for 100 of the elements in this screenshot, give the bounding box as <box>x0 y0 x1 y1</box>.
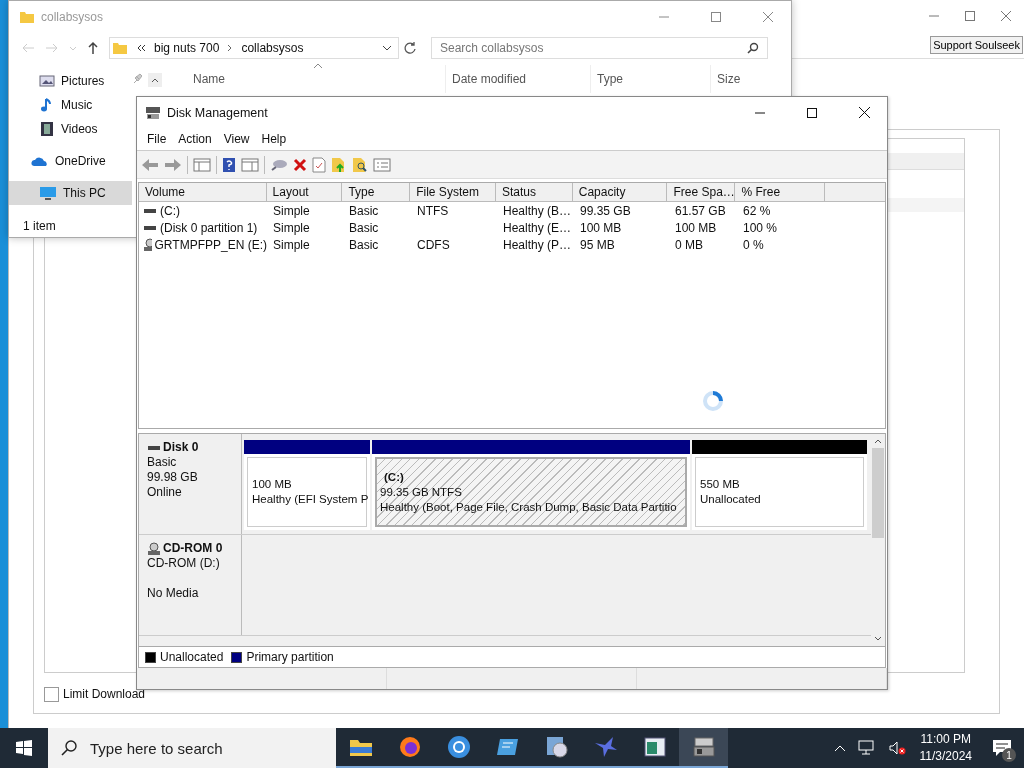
breadcrumb[interactable]: big nuts 700 <box>154 41 220 55</box>
notification-count: 1 <box>1002 748 1016 762</box>
table-cell: GRTMPFPP_EN (E:) <box>154 237 267 252</box>
help-icon[interactable] <box>222 156 236 173</box>
column-header[interactable]: Type <box>342 183 411 201</box>
column-header[interactable]: Name <box>168 65 446 93</box>
breadcrumb[interactable]: collabsysos <box>241 41 304 55</box>
close-icon[interactable] <box>858 107 870 118</box>
disk-management-icon <box>691 736 716 758</box>
separator-icon <box>227 44 234 52</box>
table-cell: CDFS <box>417 237 450 252</box>
scrollbar-thumb[interactable] <box>872 448 884 538</box>
disk-name: CD-ROM 0 <box>163 541 223 556</box>
table-cell: Basic <box>349 203 379 218</box>
up-icon[interactable] <box>87 41 99 55</box>
column-header[interactable]: Size <box>711 65 791 93</box>
table-cell: 61.57 GB <box>675 203 726 218</box>
table-cell: 0 MB <box>675 237 703 252</box>
sidebar-item[interactable]: Pictures <box>9 69 133 93</box>
back-arrow-icon[interactable] <box>141 157 159 172</box>
menu-item[interactable]: Action <box>172 132 218 146</box>
disk-detail: Basic <box>147 455 178 470</box>
show-hidden-icons-icon[interactable] <box>833 744 846 752</box>
browser-icon <box>446 735 471 759</box>
sidebar-item[interactable]: Videos <box>9 117 133 141</box>
table-cell: Simple <box>273 237 310 252</box>
column-header[interactable]: Layout <box>266 183 343 201</box>
volume-muted-icon[interactable] <box>887 740 906 756</box>
properties-icon[interactable] <box>312 156 326 173</box>
partition-detail: Unallocated <box>700 492 762 507</box>
search-field[interactable]: Search collabsysos <box>431 37 768 59</box>
table-cell: (Disk 0 partition 1) <box>160 220 258 235</box>
partition-detail: 550 MB <box>700 477 741 492</box>
partition-block[interactable]: (C:) 99.35 GB NTFS Healthy (Boot, Page File, Crash Dump, Basic Data Partitio <box>372 440 690 530</box>
clock-date: 11/3/2024 <box>919 748 972 765</box>
windows-logo-icon[interactable] <box>16 740 32 756</box>
cd-drive-icon <box>147 541 161 556</box>
taskbar-search-field[interactable]: Type here to search <box>48 728 336 768</box>
loading-spinner-icon <box>702 390 724 412</box>
partition-detail: 100 MB <box>252 477 293 492</box>
delete-icon[interactable] <box>293 157 307 172</box>
taskbar-app[interactable] <box>679 728 728 768</box>
folder-icon <box>19 9 35 25</box>
table-cell: 100 MB <box>580 220 622 235</box>
table-cell: Simple <box>273 220 310 235</box>
collapse-button[interactable] <box>148 73 163 87</box>
menu-item[interactable]: Help <box>255 132 293 146</box>
table-cell: 0 % <box>743 237 764 252</box>
disc-icon <box>544 735 569 759</box>
clock[interactable]: 11:00 PM 11/3/2024 <box>911 731 980 765</box>
table-cell: NTFS <box>417 203 449 218</box>
address-bar[interactable]: big nuts 700 collabsysos <box>109 37 399 59</box>
column-header[interactable]: Volume <box>139 183 267 201</box>
table-cell: 100 % <box>743 220 778 235</box>
support-button[interactable]: Support Soulseek <box>930 36 1023 54</box>
folder-icon <box>348 737 373 757</box>
console-tree-icon[interactable] <box>193 157 211 172</box>
column-header[interactable]: File System <box>410 183 496 201</box>
scroll-down-icon[interactable] <box>874 636 882 642</box>
disk-detail: 99.98 GB <box>147 470 199 485</box>
column-header[interactable]: Free Spa… <box>667 183 736 201</box>
column-header[interactable]: Capacity <box>572 183 668 201</box>
search-icon <box>747 42 759 54</box>
partition-detail: Healthy (EFI System P <box>252 492 366 507</box>
computer-icon <box>39 186 57 200</box>
table-cell: (C:) <box>160 203 180 218</box>
sidebar-item[interactable]: OneDrive <box>9 149 133 173</box>
cd-drive-icon <box>143 237 152 252</box>
menu-item[interactable]: File <box>141 132 173 146</box>
clock-time: 11:00 PM <box>920 731 971 748</box>
sidebar-item[interactable]: Music <box>9 93 133 117</box>
disk-name: Disk 0 <box>163 440 199 455</box>
partition-name: (C:) <box>383 469 405 485</box>
refresh-icon[interactable] <box>403 41 417 55</box>
cloud-icon <box>31 155 49 167</box>
column-header[interactable]: Status <box>495 183 573 201</box>
film-icon <box>39 121 55 137</box>
partition-block[interactable]: 100 MB Healthy (EFI System P <box>244 440 370 530</box>
pictures-icon <box>39 74 55 88</box>
menu-item[interactable]: View <box>217 132 256 146</box>
maximize-icon[interactable] <box>807 107 817 118</box>
partition-detail: 99.35 GB NTFS <box>380 484 463 500</box>
network-icon[interactable] <box>857 740 876 756</box>
column-header[interactable]: Date modified <box>446 65 591 93</box>
folder-up-icon[interactable] <box>331 156 347 173</box>
forward-arrow-icon[interactable] <box>164 157 182 172</box>
column-header[interactable]: % Free <box>735 183 826 201</box>
notifications-button[interactable]: 1 <box>980 728 1024 768</box>
dropdown-icon[interactable] <box>382 44 392 52</box>
disk-detail: CD-ROM (D:) <box>147 556 221 571</box>
folder-search-icon[interactable] <box>352 156 368 173</box>
disk-detail: Online <box>147 485 183 500</box>
disk-media-status: No Media <box>147 586 200 601</box>
panel-icon[interactable] <box>241 157 259 172</box>
limit-download-checkbox[interactable] <box>44 686 59 702</box>
scroll-up-icon[interactable] <box>874 438 882 444</box>
sidebar-item[interactable]: This PC <box>9 181 133 205</box>
column-header[interactable]: Type <box>591 65 711 93</box>
partition-block[interactable]: 550 MB Unallocated <box>692 440 867 530</box>
table-cell: 100 MB <box>675 220 717 235</box>
